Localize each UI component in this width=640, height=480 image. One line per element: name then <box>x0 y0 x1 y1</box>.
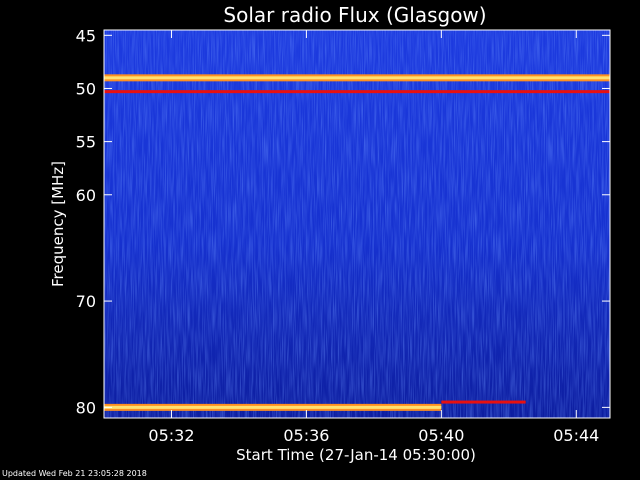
y-tick-label-0: 45 <box>76 26 96 45</box>
band-core-2 <box>104 405 442 409</box>
y-tick-label-5: 80 <box>76 398 96 417</box>
x-axis-label: Start Time (27-Jan-14 05:30:00) <box>236 446 476 464</box>
y-tick-label-3: 60 <box>76 186 96 205</box>
x-tick-label-1: 05:36 <box>283 426 329 445</box>
chart-title: Solar radio Flux (Glasgow) <box>223 3 486 27</box>
y-tick-label-1: 50 <box>76 79 96 98</box>
y-tick-label-2: 55 <box>76 133 96 152</box>
spectrogram-image <box>104 30 610 418</box>
band-core-0 <box>104 76 610 80</box>
spectrogram-chart: Solar radio Flux (Glasgow) 455055607080 … <box>49 3 611 464</box>
spectrogram-texture <box>104 30 610 418</box>
x-tick-label-2: 05:40 <box>418 426 464 445</box>
x-tick-label-0: 05:32 <box>148 426 194 445</box>
y-tick-label-4: 70 <box>76 292 96 311</box>
x-tick-label-3: 05:44 <box>553 426 599 445</box>
band-1 <box>104 90 610 94</box>
y-axis-label: Frequency [MHz] <box>49 161 67 287</box>
updated-timestamp: Updated Wed Feb 21 23:05:28 2018 <box>2 469 147 478</box>
band-3 <box>441 400 526 404</box>
